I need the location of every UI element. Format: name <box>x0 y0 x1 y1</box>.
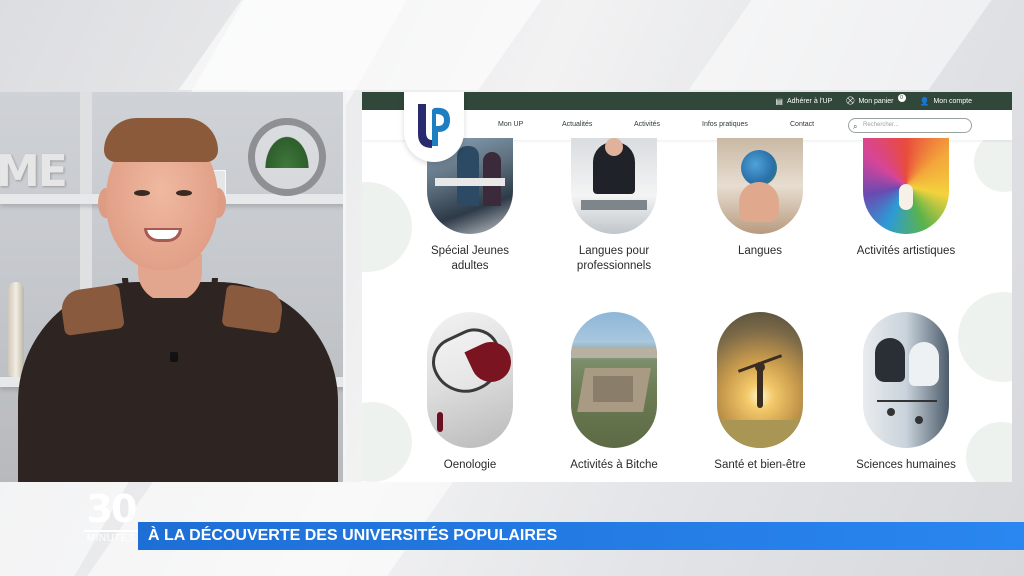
site-logo[interactable]: UP <box>404 92 464 162</box>
wine-glass-photo <box>427 312 513 448</box>
bg-circle <box>966 422 1012 482</box>
join-link[interactable]: ▤ Adhérer à l'UP <box>775 97 832 106</box>
lapel-mic-icon <box>170 352 178 362</box>
presenter-hair <box>104 118 218 162</box>
search-icon: ⌕ <box>853 122 858 131</box>
category-card[interactable]: Langues pour professionnels <box>554 138 674 274</box>
category-label: Oenologie <box>443 459 497 471</box>
cart-count-badge: 0 <box>897 94 906 102</box>
presenter-eye <box>176 190 192 196</box>
category-label: Langues <box>737 245 783 257</box>
businessman-desk-photo <box>571 138 657 234</box>
nav-actualites[interactable]: Actualités <box>562 121 592 128</box>
category-card[interactable]: Activités artistiques <box>846 138 966 259</box>
category-card[interactable]: Oenologie <box>410 312 530 473</box>
category-label: Sciences humaines <box>856 459 956 471</box>
nav-activites[interactable]: Activités <box>634 121 660 128</box>
nav-infos-pratiques[interactable]: Infos pratiques <box>702 121 748 128</box>
sweater-patch <box>221 284 285 334</box>
show-logo-word: MINUTES <box>84 530 138 544</box>
category-label: Spécial Jeunes adultes <box>431 245 509 272</box>
nav-mon-up[interactable]: Mon UP <box>498 121 523 128</box>
account-link[interactable]: 👤 Mon compte <box>920 97 973 106</box>
sweater-collar <box>122 278 218 304</box>
category-card[interactable]: Sciences humaines <box>846 312 966 473</box>
bitche-citadel-aerial-photo <box>571 312 657 448</box>
membership-card-icon: ▤ <box>775 96 783 106</box>
category-card[interactable]: Activités à Bitche <box>554 312 674 473</box>
show-logo-number: 30 <box>86 487 138 531</box>
basket-icon: ⛒ <box>846 96 855 105</box>
presenter <box>0 92 343 482</box>
headline-banner: À LA DÉCOUVERTE DES UNIVERSITÉS POPULAIR… <box>138 522 1024 550</box>
backdrop-stripe <box>178 0 542 90</box>
bg-circle <box>974 132 1012 192</box>
user-icon: 👤 <box>919 96 930 106</box>
presenter-video: ME <box>0 92 346 482</box>
bg-circle <box>362 402 412 482</box>
human-head-silhouettes <box>863 312 949 448</box>
category-label: Activités à Bitche <box>570 459 658 471</box>
up-logo-icon <box>418 104 450 148</box>
colorful-painted-face-art <box>863 138 949 234</box>
person-sunset-field-photo <box>717 312 803 448</box>
category-label: Santé et bien-être <box>714 459 806 471</box>
bg-circle <box>362 182 412 272</box>
category-label: Activités artistiques <box>856 245 956 257</box>
sweater-patch <box>59 284 125 336</box>
website-screenshot: ▤ Adhérer à l'UP ⛒ Mon panier 0 👤 Mon co… <box>362 92 1012 482</box>
cart-link[interactable]: ⛒ Mon panier 0 <box>846 94 906 106</box>
presenter-eye <box>134 190 150 196</box>
hand-holding-globe-photo <box>717 138 803 234</box>
search-input[interactable]: ⌕ Rechercher... <box>848 118 972 133</box>
show-logo: 30 MINUTES <box>84 488 138 552</box>
category-label: Langues pour professionnels <box>576 245 652 272</box>
bg-circle <box>958 292 1012 382</box>
category-card[interactable]: Langues <box>700 138 820 259</box>
category-card[interactable]: Santé et bien-être <box>700 312 820 473</box>
nav-contact[interactable]: Contact <box>790 121 814 128</box>
